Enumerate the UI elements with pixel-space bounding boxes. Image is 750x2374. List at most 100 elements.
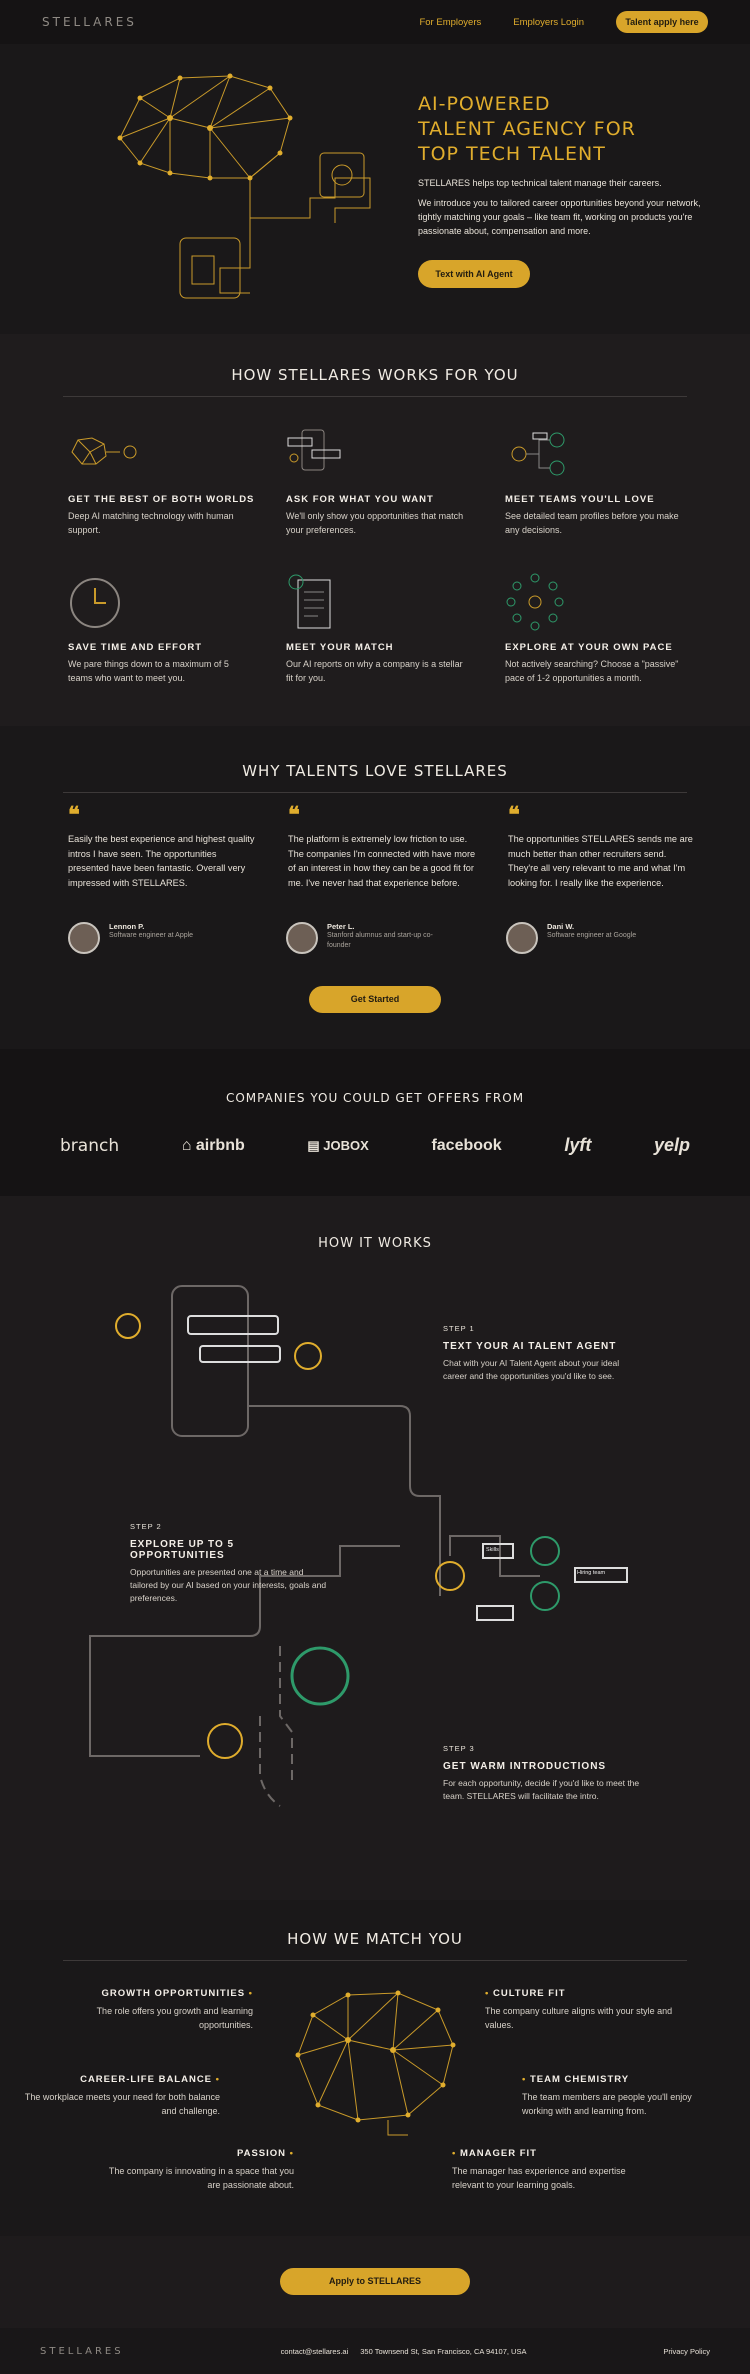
footer-address: 350 Townsend St, San Francisco, CA 94107… <box>360 2346 527 2356</box>
avatar <box>506 922 538 954</box>
hero-title-line-2: TALENT AGENCY FOR <box>418 118 636 140</box>
employers-login-link[interactable]: Employers Login <box>513 17 584 28</box>
dot-icon: • <box>522 2074 527 2085</box>
footer: STELLARES contact@stellares.ai 350 Towns… <box>0 2328 750 2374</box>
how-it-works-section: HOW IT WORKS Skills Hiring team STEP 1 TE <box>0 1196 750 1900</box>
footer-logo[interactable]: STELLARES <box>40 2346 124 2357</box>
team-network-icon <box>511 432 565 476</box>
match-culture: • CULTURE FIT The company culture aligns … <box>485 1988 685 2032</box>
brain-puzzle-illustration <box>117 73 371 299</box>
step-3: STEP 3 GET WARM INTRODUCTIONS For each opp… <box>443 1744 643 1803</box>
dot-icon: • <box>289 2148 294 2159</box>
how-it-works-title: HOW IT WORKS <box>318 1236 432 1251</box>
for-employers-link[interactable]: For Employers <box>419 17 481 28</box>
quote-icon: ❝ <box>508 802 520 828</box>
dot-icon: • <box>215 2074 220 2085</box>
author-2: Peter L. Stanford alumnus and start-up co… <box>286 922 437 954</box>
yelp-logo: yelp <box>653 1135 690 1155</box>
hero-title-line-3: TOP TECH TALENT <box>418 143 606 165</box>
airbnb-logo: ⌂ airbnb <box>181 1136 245 1154</box>
step-number: STEP 2 <box>130 1522 162 1531</box>
feature-title: SAVE TIME AND EFFORT <box>68 642 202 653</box>
hero-intro: STELLARES helps top technical talent man… <box>418 178 662 188</box>
hero-title-line-1: AI-POWERED <box>418 93 551 115</box>
feature-text: Not actively searching? Choose a "passiv… <box>505 659 679 683</box>
footer-bar: STELLARES contact@stellares.ai 350 Towns… <box>0 2328 750 2374</box>
match-title-text: PASSION • <box>94 2148 294 2159</box>
match-text: The team members are people you'll enjoy… <box>522 2092 692 2116</box>
step-text: Opportunities are presented one at a tim… <box>130 1567 327 1603</box>
dot-icon: • <box>485 1988 490 1999</box>
branch-logo: branch <box>60 1135 120 1156</box>
apply-button[interactable]: Apply to STELLARES <box>280 2268 470 2295</box>
logo[interactable]: STELLARES <box>42 15 137 29</box>
match-title-text: • MANAGER FIT <box>452 2148 652 2159</box>
hiring-team-tag: Hiring team <box>577 1570 606 1576</box>
get-started-button[interactable]: Get Started <box>309 986 441 1013</box>
testimonials-section: WHY TALENTS LOVE STELLARES ❝ Easily the b… <box>0 726 750 1049</box>
match-title-text: • CULTURE FIT <box>485 1988 685 1999</box>
apply-section: Apply to STELLARES <box>0 2236 750 2328</box>
testimonials-title: WHY TALENTS LOVE STELLARES <box>242 762 508 780</box>
divider <box>63 792 687 793</box>
testimonial-2: ❝ The platform is extremely low friction … <box>288 804 478 890</box>
manager-label: MANAGER FIT <box>459 2148 537 2159</box>
talent-apply-button[interactable]: Talent apply here <box>616 11 708 33</box>
jobox-wordmark: JOBOX <box>323 1137 369 1153</box>
dot-icon: • <box>452 2148 457 2159</box>
brain-illustration <box>295 1990 456 2136</box>
step-number: STEP 3 <box>443 1744 475 1753</box>
brain-coin-icon <box>71 437 137 465</box>
author-name: Peter L. <box>327 922 355 931</box>
feature-title: EXPLORE AT YOUR OWN PACE <box>505 642 673 653</box>
footer-email[interactable]: contact@stellares.ai <box>281 2347 349 2356</box>
feature-text: We pare things down to a maximum of 5 te… <box>68 659 229 683</box>
feature-title: ASK FOR WHAT YOU WANT <box>286 494 434 505</box>
feature-6: EXPLORE AT YOUR OWN PACE Not actively sea… <box>505 642 685 685</box>
company-logos: branch ⌂ airbnb ▤ JOBOX facebook lyft ye… <box>60 1135 690 1156</box>
step-2: STEP 2 EXPLORE UP TO 5 OPPORTUNITIES Oppor… <box>130 1522 330 1605</box>
passion-label: PASSION <box>236 2148 287 2159</box>
match-title-text: • TEAM CHEMISTRY <box>522 2074 722 2085</box>
match-balance: CAREER-LIFE BALANCE • The workplace meets… <box>20 2074 220 2118</box>
match-text: The role offers you growth and learning … <box>96 2006 253 2030</box>
author-3: Dani W. Software engineer at Google <box>506 922 636 954</box>
author-1: Lennon P. Software engineer at Apple <box>68 922 193 954</box>
feature-text: Deep AI matching technology with human s… <box>68 511 234 535</box>
match-text: The company culture aligns with your sty… <box>485 2006 673 2030</box>
testimonial-quote: The opportunities STELLARES sends me are… <box>508 834 693 888</box>
companies-title: COMPANIES YOU COULD GET OFFERS FROM <box>225 1091 525 1105</box>
feature-text: Our AI reports on why a company is a ste… <box>286 659 463 683</box>
facebook-logo: facebook <box>431 1136 502 1154</box>
phone-chat-icon <box>287 429 341 471</box>
balance-label: CAREER-LIFE BALANCE <box>80 2074 213 2085</box>
hero-body: We introduce you to tailored career oppo… <box>418 198 701 236</box>
testimonial-quote: Easily the best experience and highest q… <box>68 834 255 888</box>
feature-title: GET THE BEST OF BOTH WORLDS <box>68 494 255 505</box>
feature-title: MEET TEAMS YOU'LL LOVE <box>505 494 655 505</box>
match-passion: PASSION • The company is innovating in a … <box>94 2148 294 2192</box>
report-icon <box>288 574 331 629</box>
airbnb-wordmark: airbnb <box>195 1136 245 1154</box>
text-ai-agent-button[interactable]: Text with AI Agent <box>418 260 530 288</box>
match-text: The workplace meets your need for both b… <box>24 2092 220 2116</box>
culture-label: CULTURE FIT <box>492 1988 566 1999</box>
author-role: Stanford alumnus and start-up co-founder <box>327 932 433 949</box>
feature-text: See detailed team profiles before you ma… <box>505 511 679 535</box>
circle-people-icon <box>506 573 564 631</box>
avatar <box>286 922 318 954</box>
step-title: EXPLORE UP TO 5 OPPORTUNITIES <box>130 1539 235 1561</box>
step-title: GET WARM INTRODUCTIONS <box>443 1761 607 1772</box>
match-title-text: GROWTH OPPORTUNITIES • <box>53 1988 253 1999</box>
avatar <box>68 922 100 954</box>
how-works-title: HOW STELLARES WORKS FOR YOU <box>231 366 519 384</box>
top-nav: STELLARES For Employers Employers Login … <box>0 0 750 44</box>
clock-icon <box>70 578 120 628</box>
step-1: STEP 1 TEXT YOUR AI TALENT AGENT Chat with… <box>443 1324 643 1383</box>
hero-title: AI-POWERED TALENT AGENCY FOR TOP TECH TA… <box>418 92 718 167</box>
growth-label: GROWTH OPPORTUNITIES <box>101 1988 246 1999</box>
divider <box>63 1960 687 1961</box>
privacy-policy-link[interactable]: Privacy Policy <box>663 2347 710 2356</box>
feature-3: MEET TEAMS YOU'LL LOVE See detailed team … <box>505 494 685 537</box>
match-text: The company is innovating in a space tha… <box>108 2166 294 2190</box>
